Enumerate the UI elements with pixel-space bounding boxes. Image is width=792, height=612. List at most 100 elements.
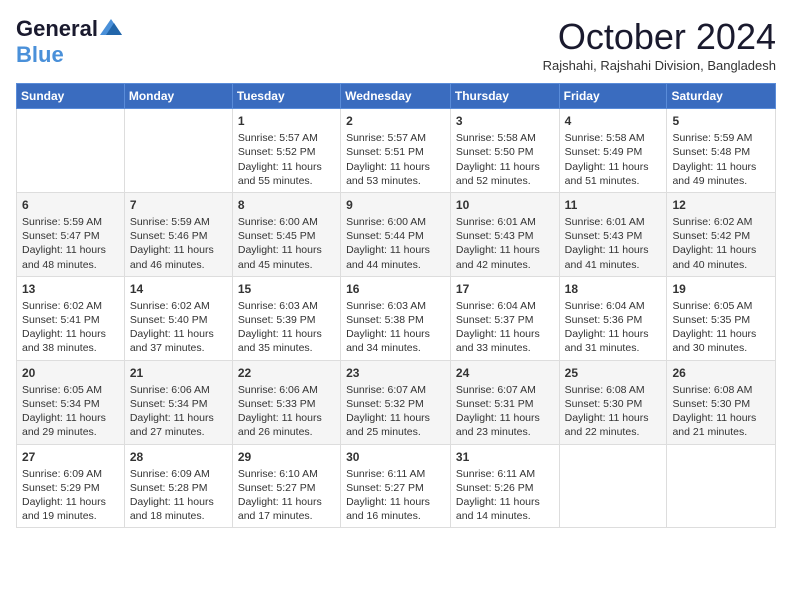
day-info-line: Sunset: 5:50 PM [456,145,554,159]
day-info-line: Daylight: 11 hours and 17 minutes. [238,495,335,523]
day-info-line: Sunrise: 6:00 AM [346,215,445,229]
day-info-line: Sunset: 5:48 PM [672,145,770,159]
calendar-cell: 16Sunrise: 6:03 AMSunset: 5:38 PMDayligh… [341,276,451,360]
day-info-line: Sunset: 5:35 PM [672,313,770,327]
calendar-body: 1Sunrise: 5:57 AMSunset: 5:52 PMDaylight… [17,109,776,528]
day-info-line: Sunrise: 6:11 AM [456,467,554,481]
day-info-line: Sunrise: 5:59 AM [22,215,119,229]
day-info-line: Daylight: 11 hours and 18 minutes. [130,495,227,523]
calendar-header-monday: Monday [124,84,232,109]
day-info-line: Daylight: 11 hours and 55 minutes. [238,160,335,188]
calendar-cell: 11Sunrise: 6:01 AMSunset: 5:43 PMDayligh… [559,192,667,276]
day-info-line: Daylight: 11 hours and 40 minutes. [672,243,770,271]
day-number: 21 [130,365,227,381]
day-info-line: Sunset: 5:36 PM [565,313,662,327]
day-number: 17 [456,281,554,297]
calendar-cell: 15Sunrise: 6:03 AMSunset: 5:39 PMDayligh… [232,276,340,360]
day-info-line: Sunset: 5:29 PM [22,481,119,495]
day-info-line: Daylight: 11 hours and 37 minutes. [130,327,227,355]
day-info-line: Sunset: 5:51 PM [346,145,445,159]
day-info-line: Sunset: 5:30 PM [565,397,662,411]
day-info-line: Sunrise: 6:08 AM [672,383,770,397]
day-info-line: Sunset: 5:26 PM [456,481,554,495]
day-number: 24 [456,365,554,381]
calendar-cell: 27Sunrise: 6:09 AMSunset: 5:29 PMDayligh… [17,444,125,528]
day-info-line: Daylight: 11 hours and 52 minutes. [456,160,554,188]
day-info-line: Daylight: 11 hours and 33 minutes. [456,327,554,355]
day-info-line: Sunset: 5:27 PM [238,481,335,495]
day-number: 9 [346,197,445,213]
day-number: 6 [22,197,119,213]
day-info-line: Daylight: 11 hours and 41 minutes. [565,243,662,271]
calendar-cell: 8Sunrise: 6:00 AMSunset: 5:45 PMDaylight… [232,192,340,276]
day-info-line: Sunrise: 6:02 AM [130,299,227,313]
day-info-line: Daylight: 11 hours and 46 minutes. [130,243,227,271]
calendar-week-2: 6Sunrise: 5:59 AMSunset: 5:47 PMDaylight… [17,192,776,276]
day-number: 10 [456,197,554,213]
day-info-line: Daylight: 11 hours and 16 minutes. [346,495,445,523]
day-info-line: Sunrise: 6:02 AM [22,299,119,313]
day-info-line: Sunset: 5:42 PM [672,229,770,243]
calendar-cell: 25Sunrise: 6:08 AMSunset: 5:30 PMDayligh… [559,360,667,444]
day-number: 25 [565,365,662,381]
location: Rajshahi, Rajshahi Division, Bangladesh [543,58,776,73]
calendar-cell: 23Sunrise: 6:07 AMSunset: 5:32 PMDayligh… [341,360,451,444]
day-info-line: Sunrise: 6:10 AM [238,467,335,481]
day-number: 22 [238,365,335,381]
day-info-line: Sunset: 5:30 PM [672,397,770,411]
calendar-cell [17,109,125,193]
day-info-line: Sunset: 5:47 PM [22,229,119,243]
calendar-cell: 14 Sunrise: 6:02 AMSunset: 5:40 PMDayligh… [124,276,232,360]
day-info-line: Sunset: 5:34 PM [130,397,227,411]
day-info-line: Sunrise: 6:05 AM [22,383,119,397]
day-number: 18 [565,281,662,297]
calendar-cell: 17Sunrise: 6:04 AMSunset: 5:37 PMDayligh… [450,276,559,360]
day-info-line: Daylight: 11 hours and 42 minutes. [456,243,554,271]
day-info-line: Sunrise: 6:02 AM [672,215,770,229]
day-info-line: Sunrise: 5:59 AM [130,215,227,229]
day-info-line: Sunrise: 6:03 AM [346,299,445,313]
calendar-cell: 9Sunrise: 6:00 AMSunset: 5:44 PMDaylight… [341,192,451,276]
day-info-line: Sunrise: 6:09 AM [130,467,227,481]
calendar-cell: 28Sunrise: 6:09 AMSunset: 5:28 PMDayligh… [124,444,232,528]
calendar-cell: 24Sunrise: 6:07 AMSunset: 5:31 PMDayligh… [450,360,559,444]
calendar-header-thursday: Thursday [450,84,559,109]
calendar-table: SundayMondayTuesdayWednesdayThursdayFrid… [16,83,776,528]
day-info-line: Daylight: 11 hours and 49 minutes. [672,160,770,188]
day-info-line: Sunset: 5:46 PM [130,229,227,243]
calendar-cell [124,109,232,193]
day-number: 2 [346,113,445,129]
calendar-header-saturday: Saturday [667,84,776,109]
day-info-line: Sunrise: 6:11 AM [346,467,445,481]
day-info-line: Daylight: 11 hours and 23 minutes. [456,411,554,439]
day-info-line: Sunset: 5:34 PM [22,397,119,411]
day-info-line: Daylight: 11 hours and 30 minutes. [672,327,770,355]
day-number: 11 [565,197,662,213]
calendar-cell: 3Sunrise: 5:58 AMSunset: 5:50 PMDaylight… [450,109,559,193]
logo: General Blue [16,16,122,68]
day-info-line: Daylight: 11 hours and 26 minutes. [238,411,335,439]
day-info-line: Daylight: 11 hours and 44 minutes. [346,243,445,271]
day-number: 29 [238,449,335,465]
day-info-line: Sunrise: 6:07 AM [456,383,554,397]
day-info-line: Daylight: 11 hours and 31 minutes. [565,327,662,355]
calendar-cell: 5Sunrise: 5:59 AMSunset: 5:48 PMDaylight… [667,109,776,193]
day-info-line: Daylight: 11 hours and 34 minutes. [346,327,445,355]
day-info-line: Sunrise: 6:06 AM [238,383,335,397]
day-info-line: Daylight: 11 hours and 21 minutes. [672,411,770,439]
day-info-line: Daylight: 11 hours and 27 minutes. [130,411,227,439]
day-number: 14 [130,281,227,297]
day-info-line: Sunset: 5:40 PM [130,313,227,327]
day-number: 15 [238,281,335,297]
calendar-header-wednesday: Wednesday [341,84,451,109]
calendar-cell: 18Sunrise: 6:04 AMSunset: 5:36 PMDayligh… [559,276,667,360]
day-info-line: Sunset: 5:28 PM [130,481,227,495]
logo-text-blue: Blue [16,42,64,68]
day-number: 1 [238,113,335,129]
calendar-header-tuesday: Tuesday [232,84,340,109]
logo-text-general: General [16,16,98,42]
day-info-line: Sunset: 5:27 PM [346,481,445,495]
day-number: 16 [346,281,445,297]
day-info-line: Daylight: 11 hours and 48 minutes. [22,243,119,271]
day-number: 19 [672,281,770,297]
